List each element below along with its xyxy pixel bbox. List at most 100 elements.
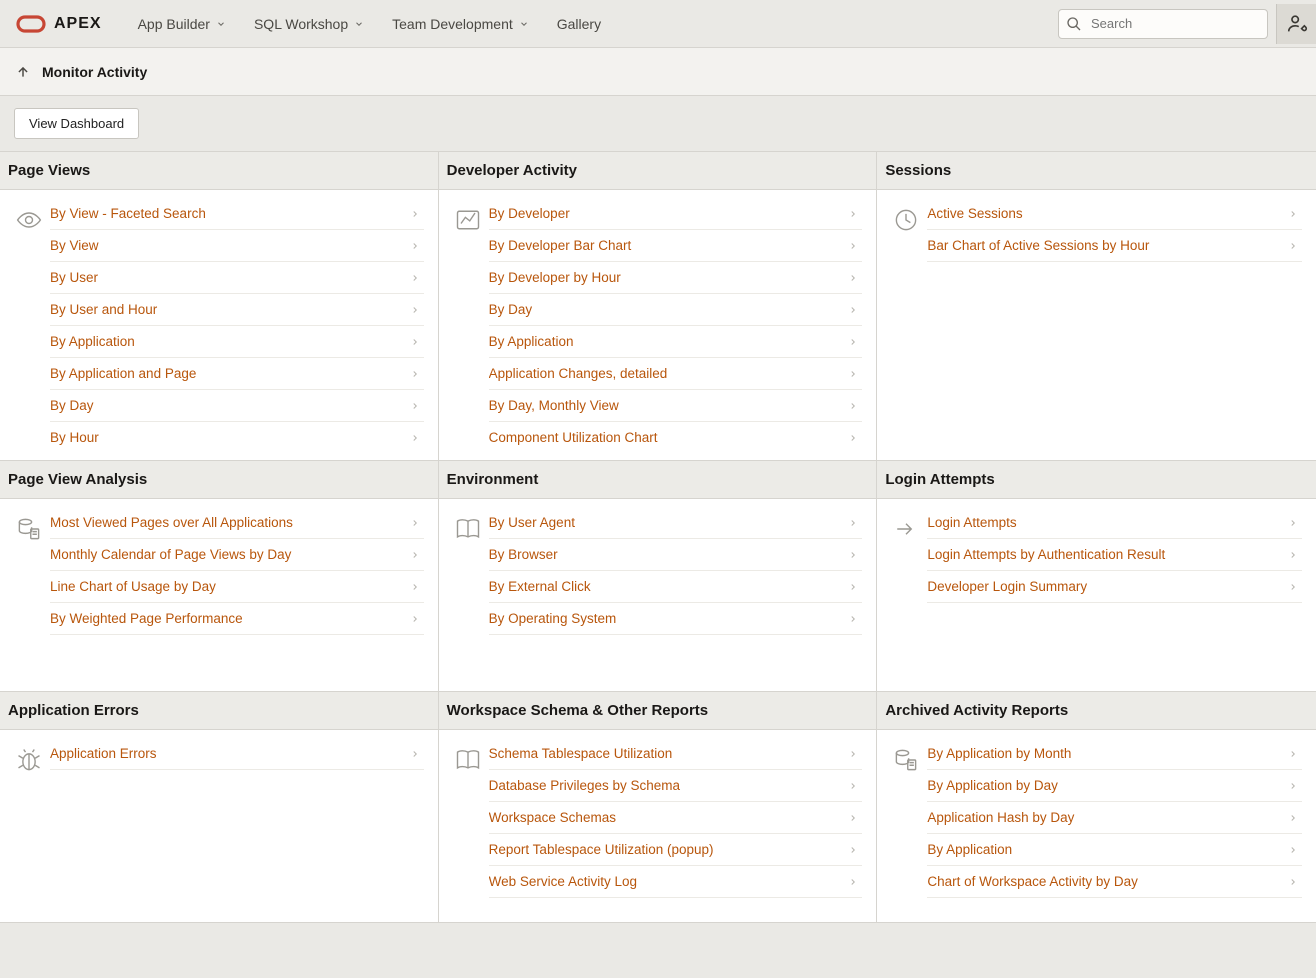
panel-header: Page Views bbox=[0, 152, 438, 190]
link-item[interactable]: By Application bbox=[927, 834, 1302, 866]
link-item[interactable]: By User bbox=[50, 262, 424, 294]
link-item[interactable]: By User and Hour bbox=[50, 294, 424, 326]
link-item[interactable]: Login Attempts by Authentication Result bbox=[927, 539, 1302, 571]
chart-line-icon bbox=[447, 204, 489, 446]
link-item[interactable]: Workspace Schemas bbox=[489, 802, 863, 834]
chevron-right-icon bbox=[1288, 241, 1298, 251]
link-item[interactable]: Component Utilization Chart bbox=[489, 422, 863, 446]
link-item[interactable]: Active Sessions bbox=[927, 204, 1302, 230]
link-item[interactable]: Archive Of Purged Task Files bbox=[489, 898, 863, 908]
link-item[interactable]: By Developer bbox=[489, 204, 863, 230]
chevron-down-icon bbox=[519, 19, 529, 29]
link-text: By External Click bbox=[489, 579, 591, 594]
link-item[interactable]: Application Changes, detailed bbox=[489, 358, 863, 390]
link-item[interactable]: By Developer by Hour bbox=[489, 262, 863, 294]
link-item[interactable]: By Application by Month bbox=[927, 744, 1302, 770]
link-item[interactable]: Application Hash by Day bbox=[927, 802, 1302, 834]
link-item[interactable]: By Day bbox=[489, 294, 863, 326]
link-text: By Application and Page bbox=[50, 366, 196, 381]
link-item[interactable]: Report Tablespace Utilization (popup) bbox=[489, 834, 863, 866]
link-text: Login Attempts by Authentication Result bbox=[927, 547, 1165, 562]
link-item[interactable]: Database Privileges by Schema bbox=[489, 770, 863, 802]
chevron-right-icon bbox=[1288, 518, 1298, 528]
chevron-right-icon bbox=[410, 582, 420, 592]
link-item[interactable]: By Hour bbox=[50, 422, 424, 446]
link-text: By Day bbox=[50, 398, 94, 413]
link-text: Line Chart of Usage by Day bbox=[50, 579, 216, 594]
panel-body: Schema Tablespace UtilizationDatabase Pr… bbox=[439, 730, 877, 922]
user-wrench-icon bbox=[1286, 13, 1308, 35]
link-item[interactable]: By View bbox=[50, 230, 424, 262]
link-text: By Application by Day bbox=[927, 778, 1058, 793]
link-item[interactable]: By Application and Page bbox=[50, 358, 424, 390]
breadcrumb-up-icon[interactable] bbox=[16, 65, 30, 79]
book-icon bbox=[447, 744, 489, 908]
link-text: By Developer bbox=[489, 206, 570, 221]
link-item[interactable]: By Browser bbox=[489, 539, 863, 571]
panel-header: Application Errors bbox=[0, 692, 438, 730]
link-item[interactable]: Monthly Calendar of Page Views by Day bbox=[50, 539, 424, 571]
link-item[interactable]: Login Attempts bbox=[927, 513, 1302, 539]
link-item[interactable]: By Day, Monthly View bbox=[489, 390, 863, 422]
link-item[interactable]: By Application by Day bbox=[927, 770, 1302, 802]
link-item[interactable]: By View - Faceted Search bbox=[50, 204, 424, 230]
link-item[interactable]: Schema Tablespace Utilization bbox=[489, 744, 863, 770]
nav-item-team-development[interactable]: Team Development bbox=[380, 10, 541, 38]
chevron-right-icon bbox=[848, 614, 858, 624]
link-text: By User Agent bbox=[489, 515, 575, 530]
link-text: By User and Hour bbox=[50, 302, 157, 317]
link-item[interactable]: By User Agent bbox=[489, 513, 863, 539]
oracle-logo-icon bbox=[16, 15, 46, 33]
link-text: Report Tablespace Utilization (popup) bbox=[489, 842, 714, 857]
chevron-right-icon bbox=[1288, 781, 1298, 791]
link-item[interactable]: By Application bbox=[489, 326, 863, 358]
nav-item-app-builder[interactable]: App Builder bbox=[126, 10, 238, 38]
link-list: Login Attempts Login Attempts by Authenti… bbox=[927, 513, 1308, 677]
link-item[interactable]: Chart of Workspace Activity by Day bbox=[927, 866, 1302, 898]
panel-body: By View - Faceted Search By View By User By… bbox=[0, 190, 438, 460]
nav-item-label: SQL Workshop bbox=[254, 16, 348, 32]
main-nav: App Builder SQL Workshop Team DevelopmentG… bbox=[126, 10, 614, 38]
search-input[interactable] bbox=[1058, 9, 1268, 39]
nav-item-sql-workshop[interactable]: SQL Workshop bbox=[242, 10, 376, 38]
chevron-right-icon bbox=[410, 305, 420, 315]
chevron-right-icon bbox=[848, 781, 858, 791]
link-item[interactable]: Most Viewed Pages over All Applications bbox=[50, 513, 424, 539]
link-item[interactable]: By Operating System bbox=[489, 603, 863, 635]
link-text: Workspace Schemas bbox=[489, 810, 616, 825]
link-item[interactable]: By Developer Bar Chart bbox=[489, 230, 863, 262]
panel-title: Page View Analysis bbox=[8, 471, 430, 488]
chevron-right-icon bbox=[1288, 582, 1298, 592]
chevron-right-icon bbox=[848, 209, 858, 219]
link-text: By User bbox=[50, 270, 98, 285]
user-admin-button[interactable] bbox=[1276, 4, 1316, 44]
link-text: By Application bbox=[927, 842, 1012, 857]
link-item[interactable]: By External Click bbox=[489, 571, 863, 603]
link-text: Application Changes, detailed bbox=[489, 366, 668, 381]
logo[interactable]: APEX bbox=[16, 15, 102, 33]
link-item[interactable]: Line Chart of Usage by Day bbox=[50, 571, 424, 603]
link-text: By View bbox=[50, 238, 99, 253]
link-list: Most Viewed Pages over All ApplicationsM… bbox=[50, 513, 430, 677]
link-item[interactable]: Web Service Activity Log bbox=[489, 866, 863, 898]
panel-body: By Developer By Developer Bar Chart By Dev… bbox=[439, 190, 877, 460]
link-text: By Developer by Hour bbox=[489, 270, 621, 285]
link-text: Application Hash by Day bbox=[927, 810, 1074, 825]
view-dashboard-button[interactable]: View Dashboard bbox=[14, 108, 139, 139]
chevron-right-icon bbox=[410, 273, 420, 283]
db-doc-icon bbox=[8, 513, 50, 677]
link-item[interactable]: Developer Login Summary bbox=[927, 571, 1302, 603]
panel-header: Environment bbox=[439, 461, 877, 499]
nav-item-gallery[interactable]: Gallery bbox=[545, 10, 613, 38]
login-arrow-icon bbox=[885, 513, 927, 677]
link-item[interactable]: By Application bbox=[50, 326, 424, 358]
link-item[interactable]: Application Errors bbox=[50, 744, 424, 770]
link-item[interactable]: Bar Chart of Active Sessions by Hour bbox=[927, 230, 1302, 262]
link-item[interactable]: By Day bbox=[50, 390, 424, 422]
chevron-right-icon bbox=[848, 550, 858, 560]
top-header: APEX App Builder SQL Workshop Team Develop… bbox=[0, 0, 1316, 48]
link-text: By Application by Month bbox=[927, 746, 1071, 761]
chevron-right-icon bbox=[1288, 845, 1298, 855]
link-item[interactable]: By Weighted Page Performance bbox=[50, 603, 424, 635]
chevron-right-icon bbox=[848, 845, 858, 855]
